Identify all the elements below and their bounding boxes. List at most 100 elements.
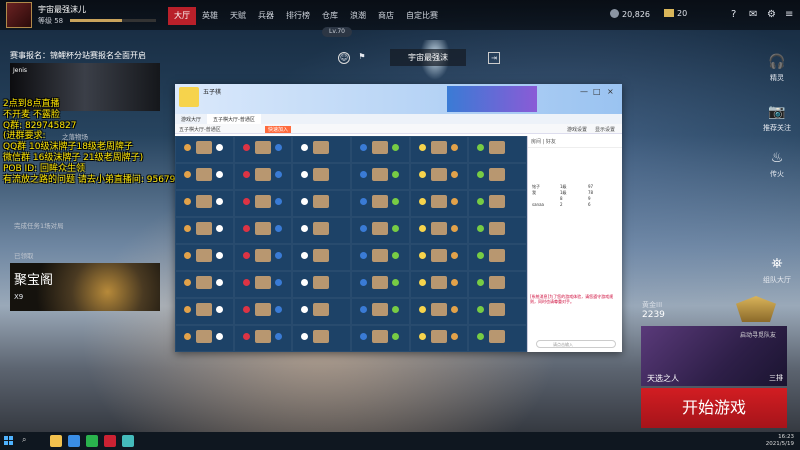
player-seat-icon[interactable] <box>216 279 223 286</box>
game-table[interactable] <box>175 190 234 217</box>
player-seat-icon[interactable] <box>301 171 309 178</box>
player-seat-icon[interactable] <box>418 333 426 340</box>
player-seat-icon[interactable] <box>360 306 367 313</box>
player-seat-icon[interactable] <box>184 171 191 178</box>
close-icon[interactable]: × <box>607 87 614 96</box>
taskbar-clock[interactable]: 16:23 2021/5/19 <box>766 434 794 448</box>
game-table[interactable] <box>175 298 234 325</box>
player-seat-icon[interactable] <box>418 171 426 178</box>
player-seat-icon[interactable] <box>418 198 426 205</box>
game-table[interactable] <box>468 136 527 163</box>
game-table[interactable] <box>409 244 469 271</box>
player-seat-icon[interactable] <box>274 252 282 259</box>
game-table[interactable] <box>351 136 410 163</box>
player-seat-icon[interactable] <box>392 333 399 340</box>
sidebar-item-sprite[interactable]: 🎧 精灵 <box>754 54 800 83</box>
player-seat-icon[interactable] <box>274 306 282 313</box>
exit-icon[interactable]: ⇥ <box>488 51 500 64</box>
windows-start-icon[interactable] <box>4 436 14 446</box>
sidebar-item-torch[interactable]: ♨ 传火 <box>754 150 800 179</box>
player-seat-icon[interactable] <box>392 279 399 286</box>
player-seat-icon[interactable] <box>242 333 250 340</box>
game-table[interactable] <box>175 244 234 271</box>
player-seat-icon[interactable] <box>242 225 250 232</box>
treasure-pavilion[interactable]: 聚宝阁 X9 <box>10 263 160 311</box>
player-seat-icon[interactable] <box>216 144 223 151</box>
game-table[interactable] <box>292 298 351 325</box>
game-table[interactable] <box>409 163 469 190</box>
player-seat-icon[interactable] <box>301 225 309 232</box>
player-seat-icon[interactable] <box>360 144 367 151</box>
player-seat-icon[interactable] <box>274 171 282 178</box>
player-seat-icon[interactable] <box>450 252 458 259</box>
player-seat-icon[interactable] <box>301 252 309 259</box>
game-table[interactable] <box>468 244 527 271</box>
player-seat-icon[interactable] <box>392 198 399 205</box>
game-table[interactable] <box>175 217 234 244</box>
event-title[interactable]: 赛事报名：锦鲤杯分站赛报名全面开启 <box>10 50 160 61</box>
player-seat-icon[interactable] <box>360 279 367 286</box>
player-seat-icon[interactable] <box>242 306 250 313</box>
player-seat-icon[interactable] <box>418 279 426 286</box>
player-seat-icon[interactable] <box>216 306 223 313</box>
game-table[interactable] <box>468 217 527 244</box>
help-icon[interactable]: ? <box>731 9 736 20</box>
display-settings-link[interactable]: 显示设置 <box>595 126 615 133</box>
player-seat-icon[interactable] <box>242 171 250 178</box>
game-table[interactable] <box>233 298 293 325</box>
player-seat-icon[interactable] <box>184 144 191 151</box>
player-seat-icon[interactable] <box>242 252 250 259</box>
player-seat-icon[interactable] <box>418 252 426 259</box>
game-table[interactable] <box>351 244 410 271</box>
mail-icon[interactable]: ✉ <box>749 9 757 20</box>
player-seat-icon[interactable] <box>477 225 485 232</box>
game-table[interactable] <box>468 325 527 352</box>
file-explorer-icon[interactable] <box>50 435 62 447</box>
player-seat-icon[interactable] <box>477 279 485 286</box>
tab-lobby[interactable]: 大厅 <box>168 7 196 25</box>
player-seat-icon[interactable] <box>274 333 282 340</box>
game-table[interactable] <box>468 271 527 298</box>
player-seat-icon[interactable] <box>477 144 485 151</box>
player-seat-icon[interactable] <box>216 333 223 340</box>
player-list-row[interactable] <box>528 214 623 220</box>
quick-join-button[interactable]: 快速加入 <box>265 126 292 133</box>
player-seat-icon[interactable] <box>477 252 485 259</box>
game-settings-link[interactable]: 游戏设置 <box>567 126 587 133</box>
game-table[interactable] <box>409 190 469 217</box>
game-table[interactable] <box>233 325 293 352</box>
player-seat-icon[interactable] <box>184 279 191 286</box>
player-seat-icon[interactable] <box>477 198 485 205</box>
find-teammate-hint[interactable]: 启动寻觅队友 <box>740 330 776 339</box>
player-seat-icon[interactable] <box>216 252 223 259</box>
tab-heroes[interactable]: 英雄 <box>196 7 224 25</box>
player-seat-icon[interactable] <box>360 252 367 259</box>
player-seat-icon[interactable] <box>360 198 367 205</box>
player-seat-icon[interactable] <box>392 171 399 178</box>
game-table[interactable] <box>351 163 410 190</box>
game-table[interactable] <box>292 136 351 163</box>
player-seat-icon[interactable] <box>418 306 426 313</box>
maximize-icon[interactable]: □ <box>593 87 601 96</box>
game-table[interactable] <box>351 325 410 352</box>
tab-shop[interactable]: 商店 <box>372 7 400 25</box>
game-table[interactable] <box>292 271 351 298</box>
game-table[interactable] <box>233 271 293 298</box>
player-seat-icon[interactable] <box>450 225 458 232</box>
wechat-icon[interactable] <box>86 435 98 447</box>
player-seat-icon[interactable] <box>360 171 367 178</box>
app-icon[interactable] <box>122 435 134 447</box>
game-table[interactable] <box>468 190 527 217</box>
player-seat-icon[interactable] <box>477 333 485 340</box>
player-seat-icon[interactable] <box>274 144 282 151</box>
player-seat-icon[interactable] <box>418 144 426 151</box>
chat-input[interactable]: 请点击输入 <box>536 340 616 348</box>
game-launcher-icon[interactable] <box>104 435 116 447</box>
game-table[interactable] <box>292 244 351 271</box>
tab-wave[interactable]: 浪潮 <box>344 7 372 25</box>
tab-chess-hall[interactable]: 五子棋大厅-普通区 <box>207 114 261 124</box>
tab-warehouse[interactable]: 仓库 <box>316 7 344 25</box>
game-table[interactable] <box>351 298 410 325</box>
menu-icon[interactable]: ≡ <box>785 9 793 20</box>
game-table[interactable] <box>175 325 234 352</box>
